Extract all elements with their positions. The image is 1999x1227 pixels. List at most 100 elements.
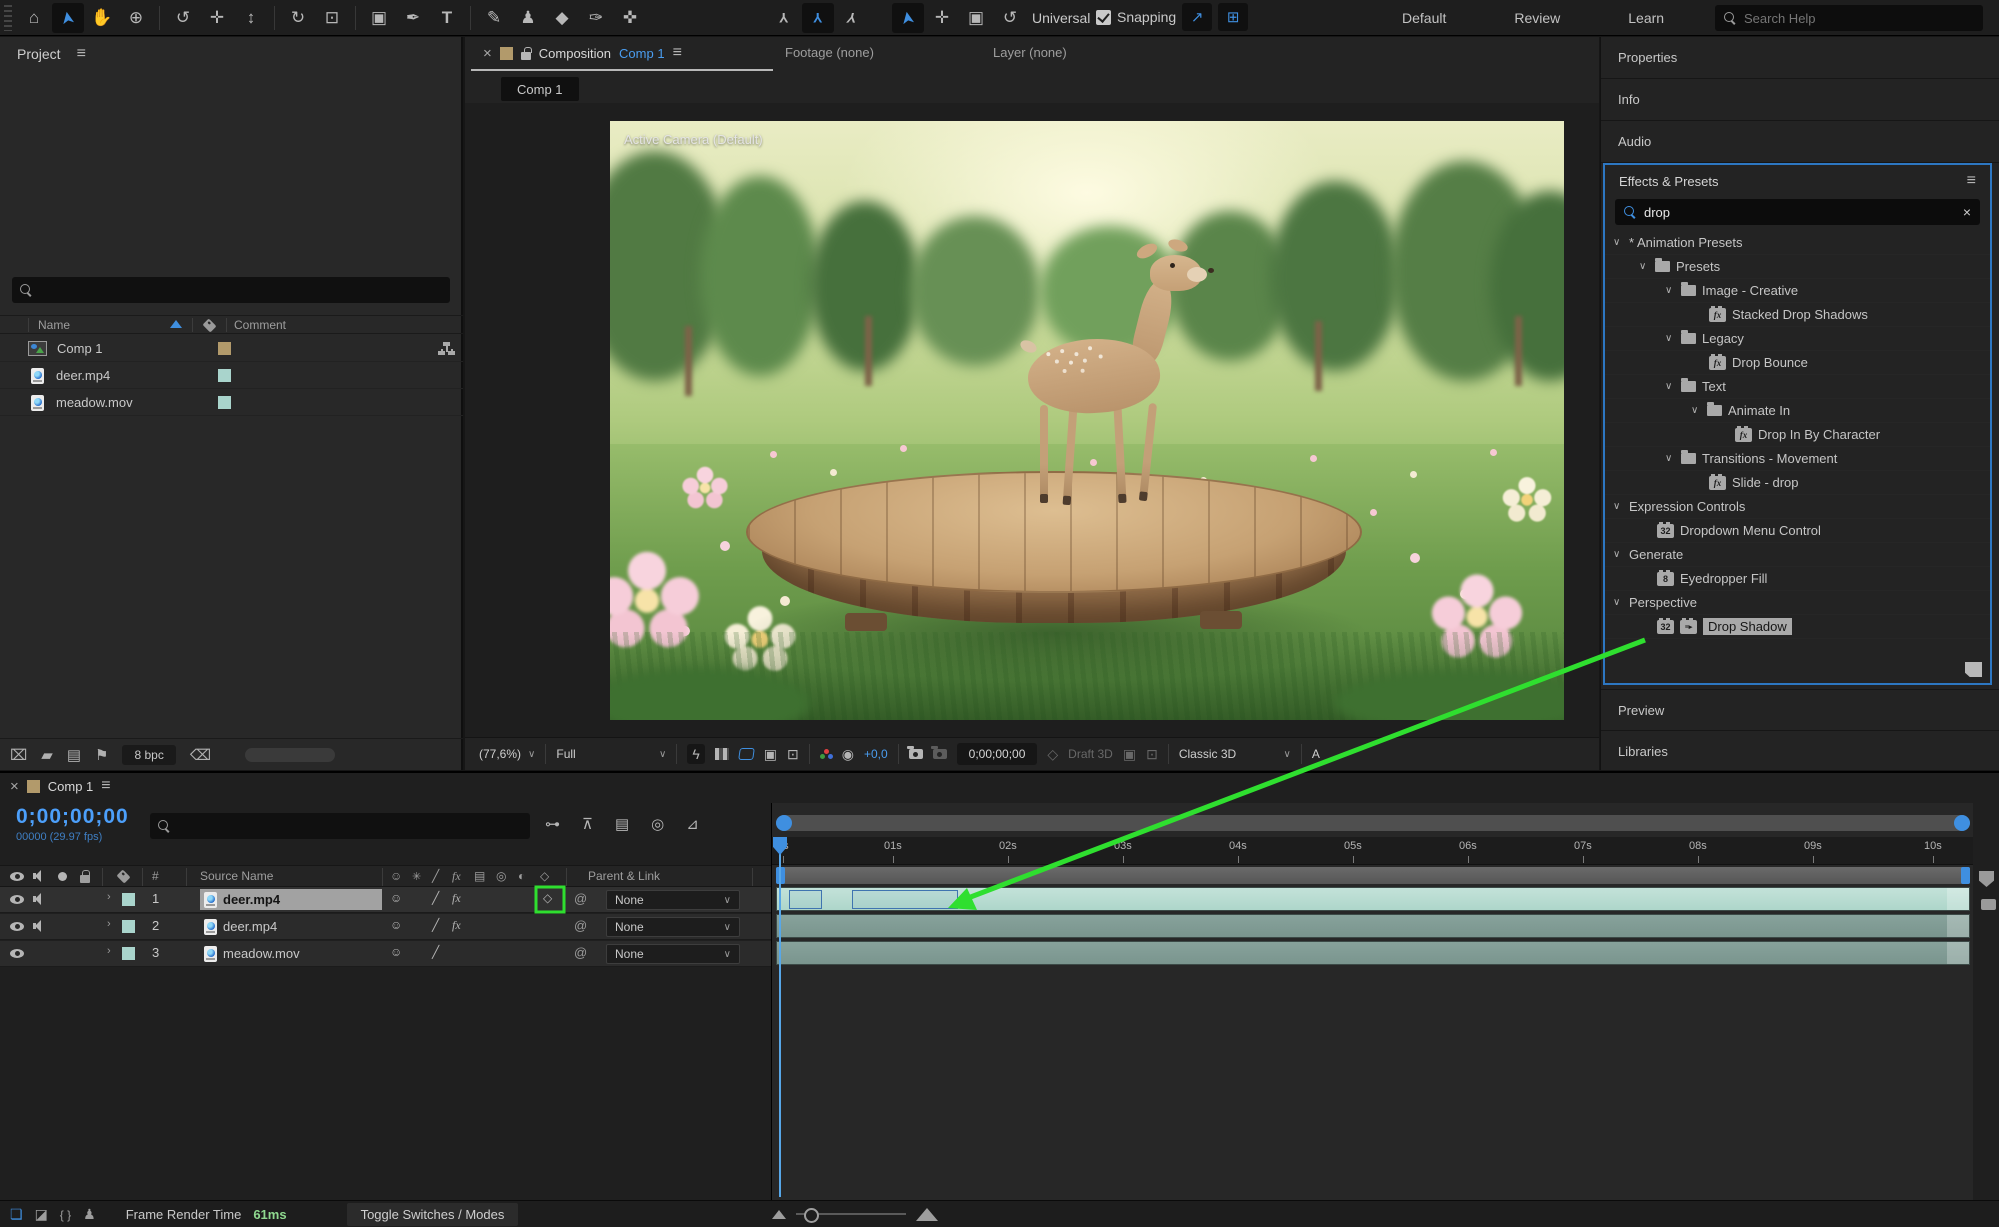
zoom-tool-icon[interactable] xyxy=(120,3,152,33)
transform-box-icon[interactable] xyxy=(960,3,992,33)
column-parent-link[interactable]: Parent & Link xyxy=(588,869,660,883)
tree-item-stacked-drop-shadows[interactable]: Stacked Drop Shadows xyxy=(1605,303,1990,327)
project-search-input[interactable] xyxy=(39,282,399,298)
timeline-comp-tab[interactable]: Comp 1 xyxy=(10,777,111,795)
draft-3d-icon[interactable] xyxy=(1047,746,1058,763)
shy-switch[interactable] xyxy=(390,918,402,932)
transform-rotate-icon[interactable] xyxy=(994,3,1026,33)
time-ruler[interactable]: 0s 01s 02s 03s 04s 05s 06s 07s 08s 09s 1… xyxy=(772,837,1974,865)
pen-tool-icon[interactable] xyxy=(397,3,429,33)
footage-tab[interactable]: Footage (none) xyxy=(785,45,874,60)
tree-item-eyedropper-fill[interactable]: Eyedropper Fill xyxy=(1605,567,1990,591)
quality-column-icon[interactable] xyxy=(432,869,439,883)
chevron-down-icon[interactable]: ∨ xyxy=(1665,285,1675,296)
tree-item-animation-presets[interactable]: ∨ * Animation Presets xyxy=(1605,231,1990,255)
truncated-dropdown[interactable]: A xyxy=(1312,747,1320,761)
layer-2-bar[interactable] xyxy=(776,914,1970,938)
tree-item-generate[interactable]: ∨ Generate xyxy=(1605,543,1990,567)
column-source-name[interactable]: Source Name xyxy=(200,869,273,883)
selection-tool-icon[interactable] xyxy=(52,3,84,33)
quality-switch[interactable] xyxy=(432,891,439,905)
show-snapshot-icon[interactable] xyxy=(930,746,947,759)
layer-row-2[interactable]: › 2 deer.mp4 @ None∨ xyxy=(0,914,771,940)
3d-view-icon[interactable] xyxy=(1146,746,1158,763)
snap-to-features-icon[interactable] xyxy=(1218,3,1249,31)
time-navigator[interactable] xyxy=(776,815,1970,831)
exposure-value[interactable]: +0,0 xyxy=(864,747,888,761)
workspace-tab-default[interactable]: Default xyxy=(1368,10,1480,26)
tree-item-drop-shadow[interactable]: Drop Shadow xyxy=(1605,615,1990,639)
tree-item-slide-drop[interactable]: Slide - drop xyxy=(1605,471,1990,495)
toolbar-grip[interactable] xyxy=(4,5,12,31)
3d-ground-plane-icon[interactable] xyxy=(1123,746,1136,763)
layer-row-1[interactable]: › 1 deer.mp4 @ None∨ xyxy=(0,887,771,913)
properties-panel-header[interactable]: Properties xyxy=(1601,37,1999,79)
orbit-camera-tool-icon[interactable] xyxy=(167,3,199,33)
region-of-interest-icon[interactable] xyxy=(764,746,777,763)
in-out-brackets-icon[interactable] xyxy=(60,1206,71,1222)
color-depth-button[interactable]: 8 bpc xyxy=(122,744,176,765)
preview-timecode[interactable]: 0;00;00;00 xyxy=(956,743,1038,765)
chevron-down-icon[interactable]: ∨ xyxy=(1691,405,1701,416)
effects-switch[interactable] xyxy=(452,891,461,906)
audio-column-icon[interactable] xyxy=(33,870,46,882)
collapse-column-icon[interactable] xyxy=(412,869,421,883)
search-help-input[interactable] xyxy=(1744,10,1944,26)
eye-icon[interactable] xyxy=(10,895,24,904)
audio-panel-header[interactable]: Audio xyxy=(1601,121,1999,163)
comp-subtab[interactable]: Comp 1 xyxy=(501,77,579,101)
layer-source-name[interactable]: meadow.mov xyxy=(200,943,382,964)
draft-3d-toggle-icon[interactable] xyxy=(582,815,593,833)
label-color-swatch[interactable] xyxy=(218,342,231,355)
chevron-down-icon[interactable]: ∨ xyxy=(1613,501,1623,512)
video-column-icon[interactable] xyxy=(10,872,24,881)
snapping-checkbox[interactable] xyxy=(1096,9,1111,25)
timeline-search-input[interactable] xyxy=(177,818,497,834)
effects-column-icon[interactable] xyxy=(452,869,461,884)
graph-editor-icon[interactable] xyxy=(686,815,699,833)
parent-pickwhip-icon[interactable]: @ xyxy=(574,945,587,960)
layer-label-swatch[interactable] xyxy=(122,920,135,933)
workspace-tab-review[interactable]: Review xyxy=(1480,10,1594,26)
quality-switch[interactable] xyxy=(432,945,439,959)
transform-select-icon[interactable] xyxy=(892,3,924,33)
frame-blending-icon[interactable] xyxy=(615,815,629,833)
project-item-name[interactable]: Comp 1 xyxy=(57,341,103,356)
new-composition-icon[interactable] xyxy=(67,746,81,764)
mask-visibility-icon[interactable] xyxy=(737,748,755,760)
layer-row-3[interactable]: › 3 meadow.mov @ None∨ xyxy=(0,941,771,967)
quality-switch[interactable] xyxy=(432,918,439,932)
label-color-swatch[interactable] xyxy=(218,369,231,382)
tree-item-perspective[interactable]: ∨ Perspective xyxy=(1605,591,1990,615)
blending-mode-icon[interactable] xyxy=(35,1206,48,1223)
clone-stamp-tool-icon[interactable] xyxy=(512,3,544,33)
parent-link-dropdown[interactable]: None ∨ xyxy=(606,890,740,910)
type-tool-icon[interactable] xyxy=(431,3,463,33)
close-icon[interactable] xyxy=(10,778,19,795)
parent-pickwhip-icon[interactable]: @ xyxy=(574,918,587,933)
fast-previews-icon[interactable] xyxy=(687,744,705,764)
shy-switch[interactable] xyxy=(390,945,402,959)
libraries-panel-header[interactable]: Libraries xyxy=(1601,731,1999,773)
shape-tool-icon[interactable] xyxy=(363,3,395,33)
renderer-dropdown[interactable]: Classic 3D ∨ xyxy=(1179,747,1291,761)
zoom-out-icon[interactable] xyxy=(772,1209,786,1219)
composition-network-icon[interactable] xyxy=(438,341,455,356)
parent-link-dropdown[interactable]: None ∨ xyxy=(606,917,740,937)
duplicate-frames-icon[interactable] xyxy=(10,1206,23,1223)
eye-icon[interactable] xyxy=(10,949,24,958)
current-timecode[interactable]: 0;00;00;00 xyxy=(16,805,129,829)
parent-link-dropdown[interactable]: None ∨ xyxy=(606,944,740,964)
tree-item-presets[interactable]: ∨ Presets xyxy=(1605,255,1990,279)
panel-menu-icon[interactable] xyxy=(673,44,682,62)
chevron-down-icon[interactable]: ∨ xyxy=(1613,597,1623,608)
timeline-zoom-slider[interactable] xyxy=(796,1208,906,1223)
effects-search-input[interactable] xyxy=(1644,204,1944,220)
chevron-down-icon[interactable]: ∨ xyxy=(1613,549,1623,560)
tree-item-transitions-movement[interactable]: ∨ Transitions - Movement xyxy=(1605,447,1990,471)
preview-panel-header[interactable]: Preview xyxy=(1601,689,1999,731)
chevron-down-icon[interactable]: ∨ xyxy=(1665,333,1675,344)
project-item-name[interactable]: deer.mp4 xyxy=(56,368,110,383)
expand-chevron-icon[interactable]: › xyxy=(107,945,111,957)
snap-along-edges-icon[interactable] xyxy=(1182,3,1213,31)
